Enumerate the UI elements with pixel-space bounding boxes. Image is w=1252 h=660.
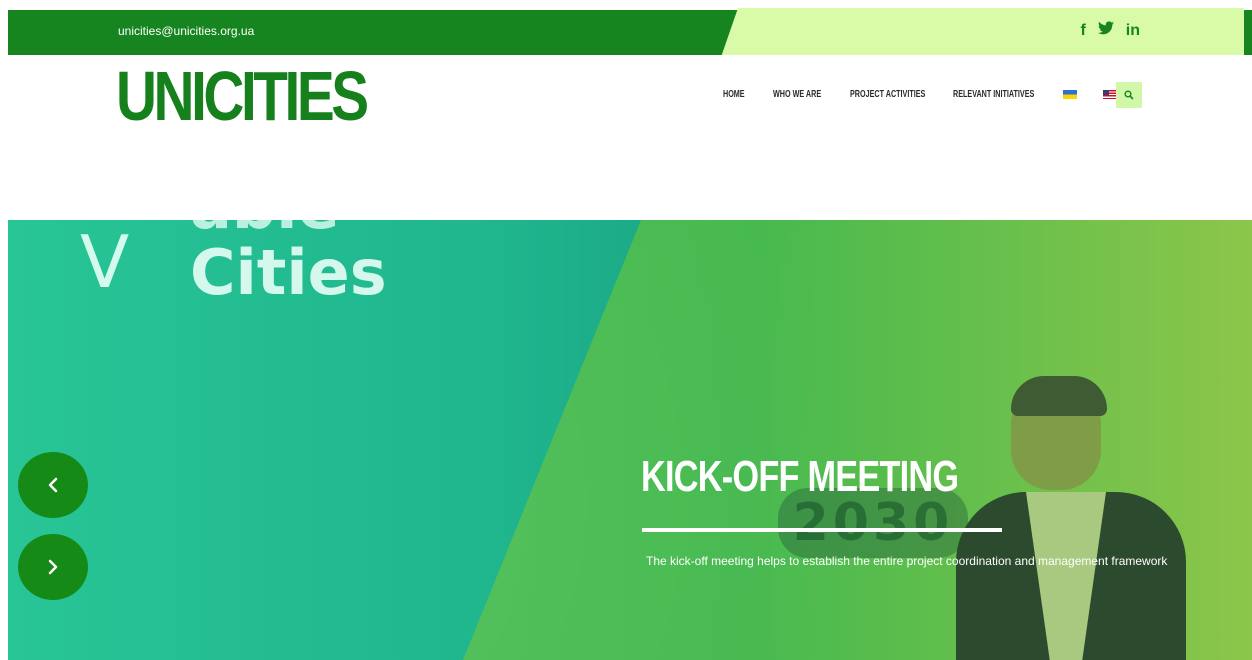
slider-next-button[interactable]	[18, 534, 88, 600]
speaker-image	[956, 376, 1186, 660]
search-button[interactable]	[1116, 82, 1142, 108]
banner-text-v: V	[80, 220, 130, 304]
banner-text-cities: Cities	[190, 236, 387, 309]
slider-prev-button[interactable]	[18, 452, 88, 518]
social-bar: f in	[720, 8, 1244, 60]
title-underline	[642, 528, 1002, 532]
hero-slider: able V Cities 2030 KICK-OFF MEETING The …	[8, 220, 1252, 660]
chevron-left-icon	[48, 477, 58, 493]
site-logo[interactable]: UNICITIES	[116, 61, 369, 130]
slide-title: KICK-OFF MEETING	[641, 452, 959, 501]
facebook-icon[interactable]: f	[1080, 22, 1085, 40]
social-links: f in	[1080, 21, 1140, 40]
linkedin-icon[interactable]: in	[1126, 22, 1140, 40]
nav-who-we-are[interactable]: WHO WE ARE	[773, 89, 821, 100]
ukrainian-flag-icon[interactable]	[1063, 90, 1078, 99]
twitter-icon[interactable]	[1097, 21, 1114, 40]
main-nav: HOME WHO WE ARE PROJECT ACTIVITIES RELEV…	[723, 89, 1118, 100]
contact-email-link[interactable]: unicities@unicities.org.ua	[118, 24, 254, 38]
nav-project-activities[interactable]: PROJECT ACTIVITIES	[850, 89, 925, 100]
slide-description: The kick-off meeting helps to establish …	[646, 554, 1168, 568]
search-icon	[1124, 90, 1134, 100]
nav-home[interactable]: HOME	[723, 89, 745, 100]
site-header: UNICITIES HOME WHO WE ARE PROJECT ACTIVI…	[8, 55, 1252, 220]
chevron-right-icon	[48, 559, 58, 575]
nav-relevant-initiatives[interactable]: RELEVANT INITIATIVES	[953, 89, 1034, 100]
